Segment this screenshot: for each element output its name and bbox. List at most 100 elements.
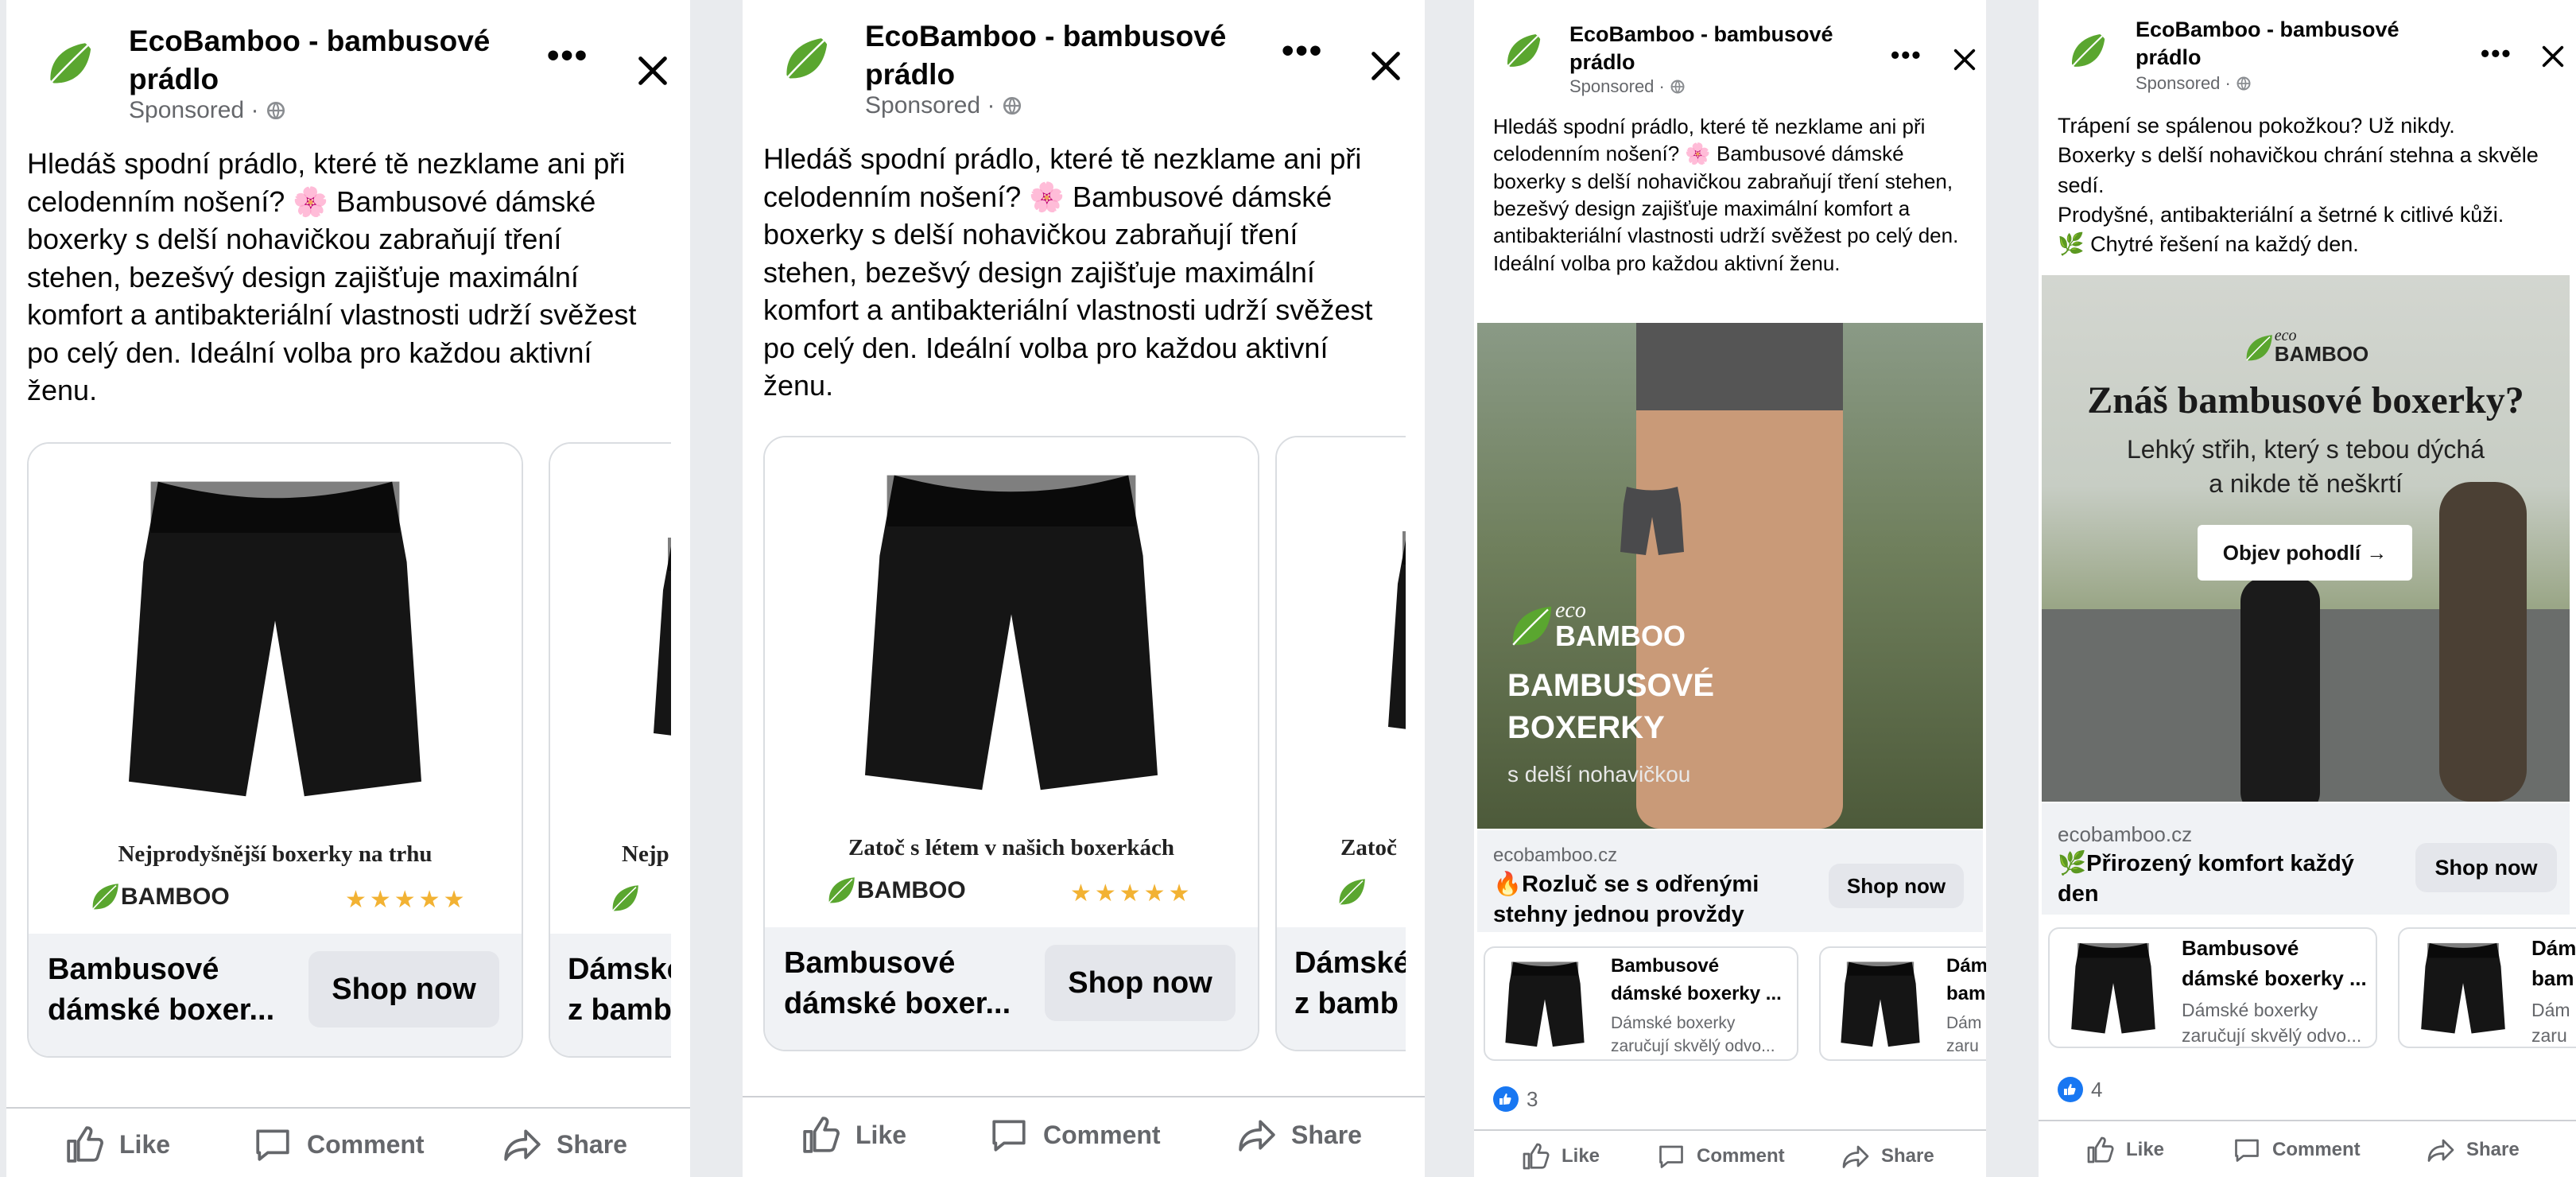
close-icon[interactable] (2539, 43, 2566, 70)
ad-image[interactable]: eco BAMBOO Znáš bambusové boxerky? Lehký… (2042, 275, 2570, 802)
globe-icon (266, 100, 286, 121)
share-button[interactable]: Share (1237, 1115, 1362, 1155)
comment-button[interactable]: Comment (989, 1115, 1161, 1155)
page-name[interactable]: EcoBamboo - bambusové prádlo (865, 17, 1247, 94)
ad-panel-1: EcoBamboo - bambusové prádlo Sponsored ·… (6, 0, 690, 1177)
comment-button[interactable]: Comment (253, 1125, 425, 1164)
card-image: Nejprodyšnější boxerky na trhu BAMBOO ★★… (29, 444, 522, 937)
leaf-logo-icon[interactable] (770, 22, 843, 95)
model-photo (2240, 577, 2320, 802)
more-options-icon[interactable]: ••• (547, 38, 588, 73)
shop-now-button[interactable]: Shop now (308, 951, 499, 1027)
link-section[interactable]: ecobamboo.cz 🔥Rozluč se s odřenými stehn… (1477, 830, 1983, 932)
like-icon (801, 1115, 841, 1155)
like-button[interactable]: Like (801, 1115, 906, 1155)
sponsored-label: Sponsored · (2136, 73, 2252, 94)
product-card[interactable]: Bambusové dámské boxerky ... Dámské boxer… (1484, 946, 1798, 1061)
comment-icon (1657, 1142, 1686, 1171)
product-strip[interactable]: Bambusové dámské boxerky ... Dámské boxer… (1484, 946, 1986, 1062)
product-title: Dám bam (1946, 955, 1986, 1004)
ad-panel-2: EcoBamboo - bambusové prádlo Sponsored ·… (743, 0, 1425, 1177)
like-button[interactable]: Like (1522, 1142, 1600, 1171)
card-caption: Zatoč s létem v našich boxerkách (848, 835, 1174, 860)
page-name[interactable]: EcoBamboo - bambusové prádlo (1569, 21, 1872, 76)
share-icon (2427, 1136, 2455, 1164)
image-brand: eco BAMBOO (2042, 328, 2570, 364)
leaf-logo-icon (1336, 876, 1368, 908)
close-icon[interactable] (634, 52, 671, 89)
image-headline: BAMBUSOVÉ BOXERKY (1507, 668, 1715, 745)
comment-button[interactable]: Comment (2233, 1136, 2361, 1164)
product-photo (1830, 956, 1930, 1055)
reactions-count[interactable]: 3 (1493, 1086, 1538, 1112)
close-icon[interactable] (1368, 48, 1404, 84)
card-title: Dámské z bamb (1294, 946, 1406, 1021)
page-name[interactable]: EcoBamboo - bambusové prádlo (129, 22, 510, 99)
leaf-logo-icon[interactable] (1495, 22, 1552, 80)
ad-image[interactable]: eco BAMBOO BAMBUSOVÉ BOXERKY s delší noh… (1477, 323, 1983, 829)
carousel-card[interactable]: Nejp Dámské z bamb (549, 442, 671, 1058)
sponsored-label: Sponsored · (1569, 76, 1686, 97)
image-cta-button: Objev pohodlí → (2198, 525, 2412, 581)
reactions-count[interactable]: 4 (2058, 1077, 2102, 1102)
product-strip[interactable]: Bambusové dámské boxerky ... Dámské boxer… (2048, 927, 2576, 1050)
product-card[interactable]: Dám bam Dám zaru (2398, 927, 2576, 1048)
action-bar: Like Comment Share (743, 1096, 1425, 1177)
leaf-logo-icon[interactable] (33, 27, 107, 100)
product-photo (2409, 937, 2517, 1042)
share-button[interactable]: Share (2427, 1136, 2520, 1164)
thumbs-up-badge-icon (1493, 1086, 1519, 1112)
globe-icon (1670, 79, 1686, 95)
product-card[interactable]: Bambusové dámské boxerky ... Dámské boxer… (2048, 927, 2377, 1048)
carousel-card[interactable]: Zatoč Dámské z bamb (1275, 436, 1406, 1051)
product-description: Dám zaru (1946, 1014, 1982, 1056)
product-carousel[interactable]: Zatoč s létem v našich boxerkách BAMBOO … (763, 436, 1406, 1053)
shop-now-button[interactable]: Shop now (1045, 945, 1236, 1021)
carousel-card[interactable]: Nejprodyšnější boxerky na trhu BAMBOO ★★… (27, 442, 523, 1058)
card-brand: BAMBOO (825, 875, 966, 907)
card-footer: Dámské z bamb (1277, 927, 1406, 1050)
shop-now-button[interactable]: Shop now (2415, 843, 2557, 892)
image-brand: eco BAMBOO (1507, 600, 1686, 651)
comment-button[interactable]: Comment (1657, 1142, 1785, 1171)
product-photo (92, 444, 458, 841)
more-options-icon[interactable]: ••• (1282, 33, 1323, 68)
card-footer: Dámské z bamb (550, 934, 671, 1056)
close-icon[interactable] (1951, 46, 1978, 73)
action-bar: Like Comment Share (6, 1107, 690, 1177)
ad-panel-4: EcoBamboo - bambusové prádlo Sponsored ·… (2039, 0, 2576, 1177)
sponsored-label: Sponsored · (129, 97, 286, 124)
carousel-card[interactable]: Zatoč s létem v našich boxerkách BAMBOO … (763, 436, 1259, 1051)
link-title: 🔥Rozluč se s odřenými stehny jednou prov… (1493, 872, 1759, 927)
link-section[interactable]: ecobamboo.cz 🌿Přirozený komfort každý de… (2042, 803, 2570, 915)
globe-icon (2236, 76, 2252, 91)
post-text: Hledáš spodní prádlo, které tě nezklame … (1493, 115, 1959, 275)
more-options-icon[interactable]: ••• (1891, 42, 1922, 68)
leaf-logo-icon[interactable] (2059, 22, 2116, 80)
card-image: Zatoč (1277, 437, 1406, 930)
product-photo (1364, 437, 1406, 835)
card-title: Dámské z bamb (568, 953, 671, 1027)
product-photo (2059, 937, 2167, 1042)
product-card[interactable]: Dám bam Dám zaru (1819, 946, 1986, 1061)
like-button[interactable]: Like (65, 1125, 170, 1164)
product-description: Dámské boxerky zaručují skvělý odvo... (1611, 1014, 1775, 1056)
sports-top (1636, 323, 1843, 410)
link-domain: ecobamboo.cz (2058, 822, 2193, 846)
product-description: Dámské boxerky zaručují skvělý odvo... (2182, 1000, 2362, 1047)
product-photo (828, 437, 1194, 835)
page-name[interactable]: EcoBamboo - bambusové prádlo (2136, 16, 2438, 72)
link-title: 🌿Přirozený komfort každý den (2058, 851, 2354, 907)
comment-icon (253, 1125, 293, 1164)
rating-stars: ★★★★★ (345, 887, 468, 913)
shop-now-button[interactable]: Shop now (1829, 864, 1964, 908)
share-button[interactable]: Share (502, 1125, 627, 1164)
more-options-icon[interactable]: ••• (2481, 41, 2512, 66)
share-button[interactable]: Share (1841, 1142, 1934, 1171)
product-carousel[interactable]: Nejprodyšnější boxerky na trhu BAMBOO ★★… (27, 442, 671, 1059)
image-headline: Znáš bambusové boxerky? (2087, 379, 2524, 421)
link-domain: ecobamboo.cz (1493, 845, 1618, 866)
product-title: Dám bam (2531, 936, 2576, 990)
share-icon (502, 1125, 542, 1164)
like-button[interactable]: Like (2086, 1136, 2164, 1164)
